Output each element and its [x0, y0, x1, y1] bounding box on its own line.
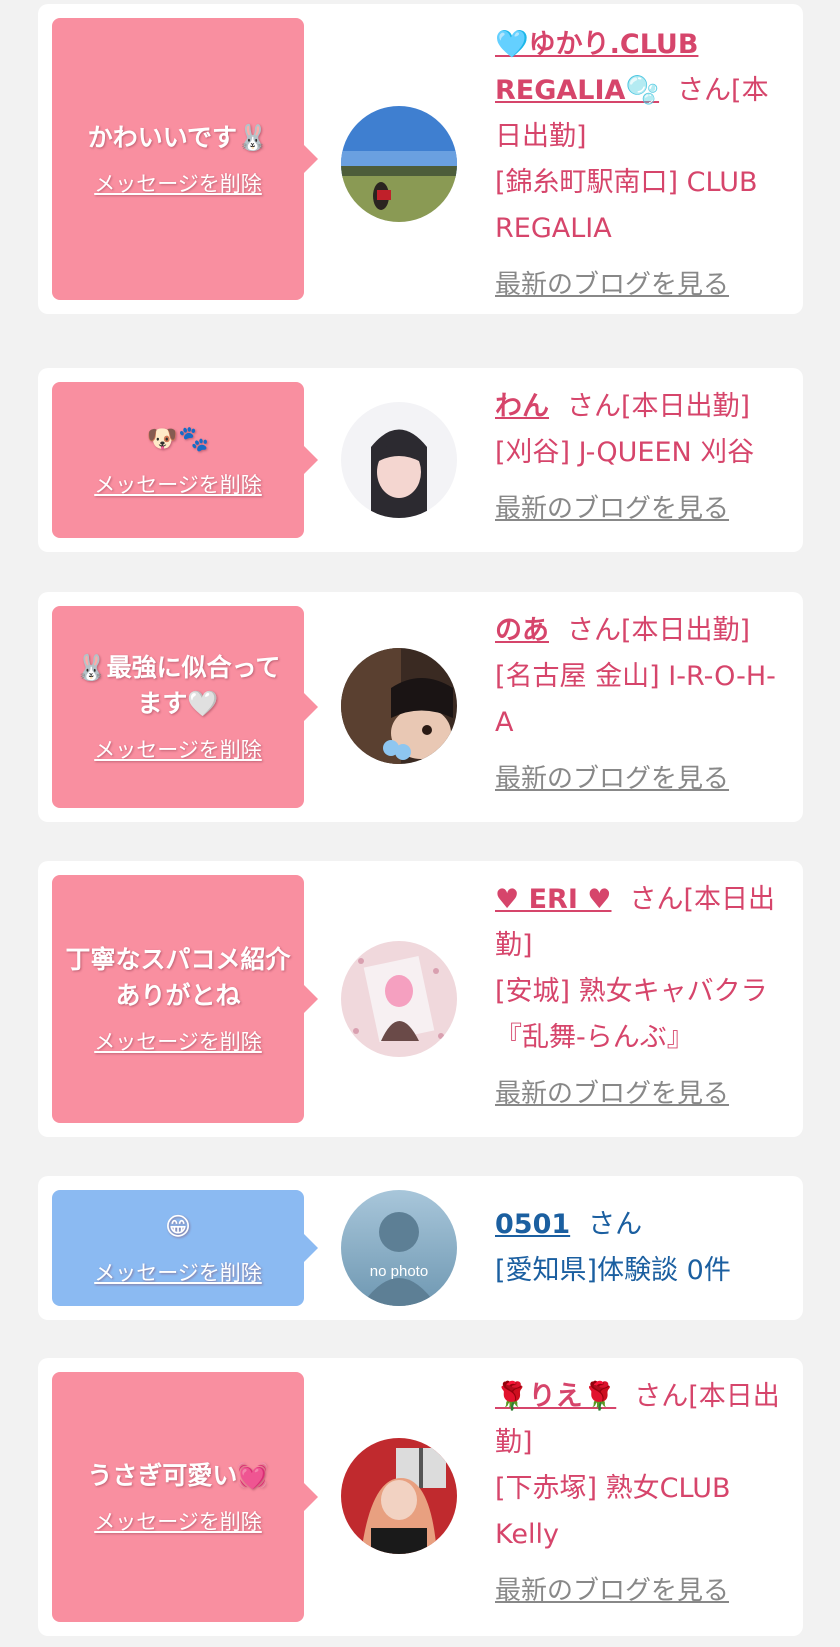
latest-blog-link[interactable]: 最新のブログを見る: [495, 1568, 729, 1614]
latest-blog-link[interactable]: 最新のブログを見る: [495, 1071, 729, 1117]
svg-text:no photo: no photo: [370, 1263, 428, 1280]
delete-message-link[interactable]: メッセージを削除: [94, 1506, 262, 1536]
message-text: かわいいです🐰: [87, 123, 269, 152]
message-card: うさぎ可愛い💓 メッセージを削除 🌹りえ🌹 さん[本日出勤] [下赤塚] 熟女CL…: [38, 1358, 803, 1636]
tiara-girl-avatar[interactable]: [341, 648, 457, 764]
delete-message-link[interactable]: メッセージを削除: [94, 734, 262, 764]
message-text: 丁寧なスパコメ紹介ありがとね: [65, 945, 291, 1010]
delete-message-link[interactable]: メッセージを削除: [94, 1257, 262, 1287]
latest-blog-link[interactable]: 最新のブログを見る: [495, 486, 729, 532]
sender-info: 0501 さん [愛知県]体験談 0件: [495, 1202, 785, 1294]
message-text: うさぎ可愛い💓: [87, 1461, 269, 1490]
honorific-status: さん[本日出勤]: [567, 391, 751, 422]
sender-info: のあ さん[本日出勤] [名古屋 金山] I-R-O-H-A 最新のブログを見る: [495, 608, 785, 802]
sender-name-link[interactable]: 🌹りえ🌹: [495, 1381, 616, 1412]
sender-info: ♥ ERI ♥ さん[本日出勤] [安城] 熟女キャバクラ『乱舞-らんぶ』 最新の…: [495, 877, 785, 1117]
sender-name-link[interactable]: のあ: [495, 615, 549, 646]
message-card: 😁 メッセージを削除 no photo 0501 さん [愛知県]体験談 0件: [38, 1176, 803, 1320]
message-text: 😁: [164, 1212, 192, 1241]
message-card: かわいいです🐰 メッセージを削除 🩵ゆかり.CLUB REGALIA🫧 さん[本日…: [38, 4, 803, 314]
park-photo-avatar[interactable]: [341, 106, 457, 222]
honorific-status: さん[本日出勤]: [567, 615, 751, 646]
message-bubble: 🐰最強に似合ってます🤍 メッセージを削除: [52, 606, 318, 808]
message-card: 🐰最強に似合ってます🤍 メッセージを削除 のあ さん[本日出勤] [名古屋 金山]…: [38, 592, 803, 822]
honorific-status: さん: [588, 1209, 643, 1240]
shop-label: [安城] 熟女キャバクラ『乱舞-らんぶ』: [495, 976, 768, 1053]
shop-label: [下赤塚] 熟女CLUB Kelly: [495, 1473, 731, 1550]
sender-info: 🌹りえ🌹 さん[本日出勤] [下赤塚] 熟女CLUB Kelly 最新のブログを見…: [495, 1374, 785, 1614]
message-list: かわいいです🐰 メッセージを削除 🩵ゆかり.CLUB REGALIA🫧 さん[本日…: [0, 0, 840, 1647]
delete-message-link[interactable]: メッセージを削除: [94, 1026, 262, 1056]
message-bubble: かわいいです🐰 メッセージを削除: [52, 18, 318, 300]
shop-label: [刈谷] J-QUEEN 刈谷: [495, 437, 755, 468]
message-bubble: 🐶🐾 メッセージを削除: [52, 382, 318, 538]
message-card: 丁寧なスパコメ紹介ありがとね メッセージを削除 ♥ ERI ♥ さん[本日出勤] …: [38, 861, 803, 1137]
sender-info: わん さん[本日出勤] [刈谷] J-QUEEN 刈谷 最新のブログを見る: [495, 384, 785, 532]
latest-blog-link[interactable]: 最新のブログを見る: [495, 262, 729, 308]
no-photo-avatar[interactable]: no photo: [341, 1190, 457, 1306]
delete-message-link[interactable]: メッセージを削除: [94, 168, 262, 198]
glitter-girl-avatar[interactable]: [341, 941, 457, 1057]
latest-blog-link[interactable]: 最新のブログを見る: [495, 756, 729, 802]
message-text: 🐰最強に似合ってます🤍: [75, 653, 281, 718]
sender-name-link[interactable]: わん: [495, 391, 549, 422]
shop-label: [名古屋 金山] I-R-O-H-A: [495, 661, 776, 738]
red-room-girl-avatar[interactable]: [341, 1438, 457, 1554]
message-bubble: 😁 メッセージを削除: [52, 1190, 318, 1306]
sender-name-link[interactable]: 🩵ゆかり.CLUB REGALIA🫧: [495, 29, 698, 106]
review-count-label: [愛知県]体験談 0件: [495, 1255, 731, 1286]
message-bubble: うさぎ可愛い💓 メッセージを削除: [52, 1372, 318, 1622]
sender-name-link[interactable]: 0501: [495, 1209, 570, 1240]
message-text: 🐶🐾: [146, 424, 210, 453]
shop-label: [錦糸町駅南口] CLUB REGALIA: [495, 167, 758, 244]
sender-name-link[interactable]: ♥ ERI ♥: [495, 884, 612, 915]
message-bubble: 丁寧なスパコメ紹介ありがとね メッセージを削除: [52, 875, 318, 1123]
delete-message-link[interactable]: メッセージを削除: [94, 469, 262, 499]
blurred-girl-avatar[interactable]: [341, 402, 457, 518]
sender-info: 🩵ゆかり.CLUB REGALIA🫧 さん[本日出勤] [錦糸町駅南口] CLUB…: [495, 22, 785, 308]
message-card: 🐶🐾 メッセージを削除 わん さん[本日出勤] [刈谷] J-QUEEN 刈谷 最…: [38, 368, 803, 552]
